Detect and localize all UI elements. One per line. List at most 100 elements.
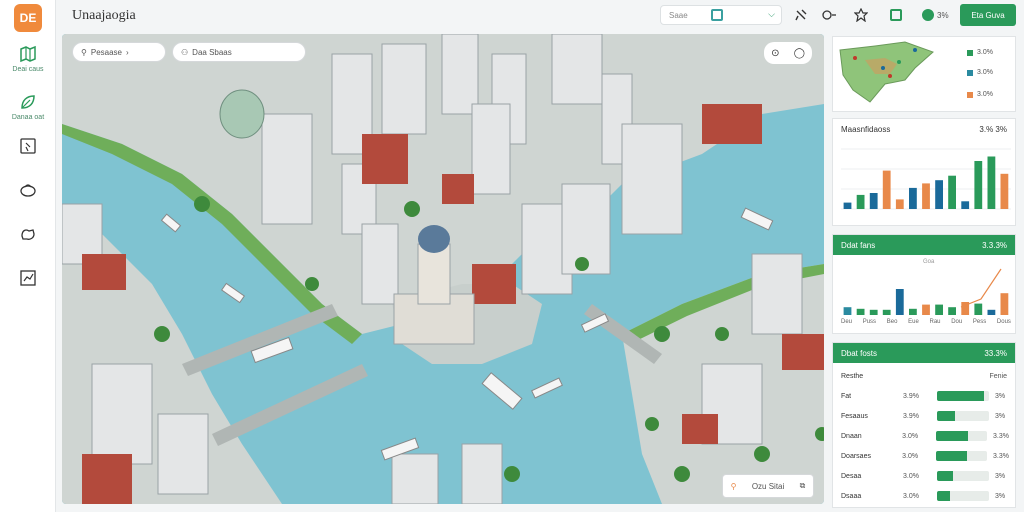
chart-bar[interactable] bbox=[922, 183, 930, 209]
search-input[interactable]: Saae ⌵ bbox=[660, 5, 782, 25]
chevron-down-icon[interactable]: ⌵ bbox=[768, 9, 775, 20]
row-name: Dsaaa bbox=[841, 492, 862, 500]
table-row[interactable]: Doarsaes 3.0% 3.3% bbox=[841, 449, 1009, 463]
star-icon[interactable] bbox=[852, 6, 870, 24]
chart-bar[interactable] bbox=[961, 201, 970, 209]
table-row[interactable]: Fat 3.9% 3% bbox=[841, 389, 1009, 403]
map-zoom-controls[interactable]: ⊙ ◯ bbox=[764, 42, 812, 64]
chart-bar[interactable] bbox=[909, 187, 917, 209]
chart-bar[interactable] bbox=[882, 309, 891, 315]
legend-label: 3.0% bbox=[977, 69, 993, 76]
chart-bar[interactable] bbox=[935, 304, 943, 315]
chart-bar[interactable] bbox=[1000, 293, 1009, 315]
chart-x-labels: Deu Puss Beo Eue Rau Dou Pess Dous bbox=[841, 319, 1011, 329]
chart-bar[interactable] bbox=[856, 308, 865, 315]
layers-button[interactable] bbox=[890, 6, 902, 24]
row-name: Doarsaes bbox=[841, 452, 871, 460]
toggle-icon[interactable] bbox=[820, 6, 838, 24]
pin-icon[interactable] bbox=[792, 6, 810, 24]
table-row[interactable]: Fesaaus 3.9% 3% bbox=[841, 409, 1009, 423]
row-progress-bar bbox=[935, 451, 988, 461]
chart-bar[interactable] bbox=[869, 309, 878, 315]
legend-label: 3.0% bbox=[977, 91, 993, 98]
chart-bar[interactable] bbox=[935, 180, 943, 209]
chart-x-label: Puss bbox=[862, 319, 877, 325]
map-filter-input[interactable]: ⚇ Daa Sbaas bbox=[172, 42, 306, 62]
status-chip-label: 3% bbox=[937, 10, 949, 20]
chart-bar[interactable] bbox=[843, 202, 852, 209]
row-progress-fill bbox=[937, 491, 950, 501]
search-icon: ⚲ bbox=[81, 47, 87, 57]
sidebar-item-chart[interactable] bbox=[6, 268, 50, 308]
chart-bar[interactable] bbox=[909, 308, 917, 315]
sidebar-item-leaf[interactable]: Danaa oat bbox=[6, 92, 50, 132]
legend-swatch bbox=[967, 69, 973, 76]
row-percent: 3.9% bbox=[903, 392, 919, 400]
row-progress-fill bbox=[935, 451, 967, 461]
column-header-name: Resthe bbox=[841, 373, 864, 380]
chart-bar[interactable] bbox=[869, 193, 878, 209]
chart-x-label: Eue bbox=[908, 319, 919, 325]
row-progress-fill bbox=[937, 471, 953, 481]
sidebar-item-map[interactable]: Deai caus bbox=[6, 44, 50, 84]
chart-bar[interactable] bbox=[843, 307, 852, 315]
city-map-view[interactable]: ⚲ Pesaase › ⚇ Daa Sbaas ⊙ ◯ ⚲ Ozu Sitai … bbox=[62, 34, 824, 504]
row-value: 3% bbox=[995, 472, 1006, 480]
chart-bar[interactable] bbox=[974, 303, 983, 315]
row-percent: 3.9% bbox=[903, 412, 919, 420]
chart-bar[interactable] bbox=[987, 309, 996, 315]
row-progress-bar bbox=[937, 391, 989, 401]
panel-header: Dbat fosts 33.3% bbox=[833, 343, 1015, 363]
status-chip[interactable]: 3% bbox=[922, 6, 949, 24]
panel-title: Dbat fosts bbox=[841, 348, 878, 358]
chart-bar[interactable] bbox=[948, 307, 956, 315]
panel-header: Maasnfidaoss 3.% 3% bbox=[833, 119, 1015, 139]
row-progress-bar bbox=[937, 491, 989, 501]
row-progress-fill bbox=[937, 391, 984, 401]
panel-header: Ddat fans 3.3.3% bbox=[833, 235, 1015, 255]
map-locate-button[interactable]: ⚲ Ozu Sitai ⧉ bbox=[722, 474, 814, 498]
table-row[interactable]: Dnaan 3.0% 3.3% bbox=[841, 429, 1009, 443]
status-icon bbox=[922, 9, 934, 21]
distribution-chart-panel: Ddat fans 3.3.3% Goa Deu Puss Beo Eue Rau Dou… bbox=[832, 234, 1016, 334]
primary-action-button[interactable]: Eta Guva bbox=[960, 4, 1016, 26]
chevron-right-icon: › bbox=[126, 47, 129, 57]
row-progress-fill bbox=[937, 411, 956, 421]
table-row[interactable]: Desaa 3.0% 3% bbox=[841, 469, 1009, 483]
sidebar-item-bag[interactable] bbox=[6, 180, 50, 220]
chart-bar[interactable] bbox=[948, 175, 956, 209]
row-name: Desaa bbox=[841, 472, 862, 480]
zoom-out-icon[interactable]: ◯ bbox=[794, 48, 805, 59]
app-logo[interactable]: DE bbox=[14, 4, 42, 32]
legend-swatch bbox=[967, 91, 973, 98]
chart-x-label: Beo bbox=[886, 319, 898, 325]
layers-icon bbox=[890, 9, 902, 21]
chart-bar[interactable] bbox=[895, 199, 904, 209]
table-row[interactable]: Dsaaa 3.0% 3% bbox=[841, 489, 1009, 503]
row-progress-fill bbox=[935, 431, 968, 441]
chart-bar[interactable] bbox=[974, 161, 983, 209]
row-name: Fat bbox=[841, 392, 852, 400]
chart-bar[interactable] bbox=[922, 304, 930, 315]
panel-value: 3.% 3% bbox=[979, 124, 1007, 134]
chart-bar[interactable] bbox=[895, 289, 904, 315]
map-search-input[interactable]: ⚲ Pesaase › bbox=[72, 42, 166, 62]
row-progress-bar bbox=[935, 431, 988, 441]
sidebar-item-hand[interactable] bbox=[6, 224, 50, 264]
chart-x-label: Dou bbox=[951, 319, 963, 325]
row-progress-bar bbox=[937, 411, 989, 421]
legend-item: 3.0% bbox=[967, 91, 993, 98]
chart-bar[interactable] bbox=[987, 156, 996, 210]
chart-bar[interactable] bbox=[882, 170, 891, 209]
panel-title: Maasnfidaoss bbox=[841, 124, 891, 134]
chart-x-label: Rau bbox=[929, 319, 941, 325]
legend-item: 3.0% bbox=[967, 49, 993, 56]
chart-x-label: Dous bbox=[996, 319, 1011, 325]
chart-bar[interactable] bbox=[1000, 173, 1009, 209]
search-placeholder: Saae bbox=[669, 11, 688, 20]
row-value: 3.3% bbox=[993, 452, 1009, 460]
legend-swatch bbox=[967, 49, 973, 56]
sidebar-item-pin[interactable] bbox=[6, 136, 50, 176]
chart-bar[interactable] bbox=[856, 194, 865, 209]
zoom-in-icon[interactable]: ⊙ bbox=[771, 48, 779, 59]
